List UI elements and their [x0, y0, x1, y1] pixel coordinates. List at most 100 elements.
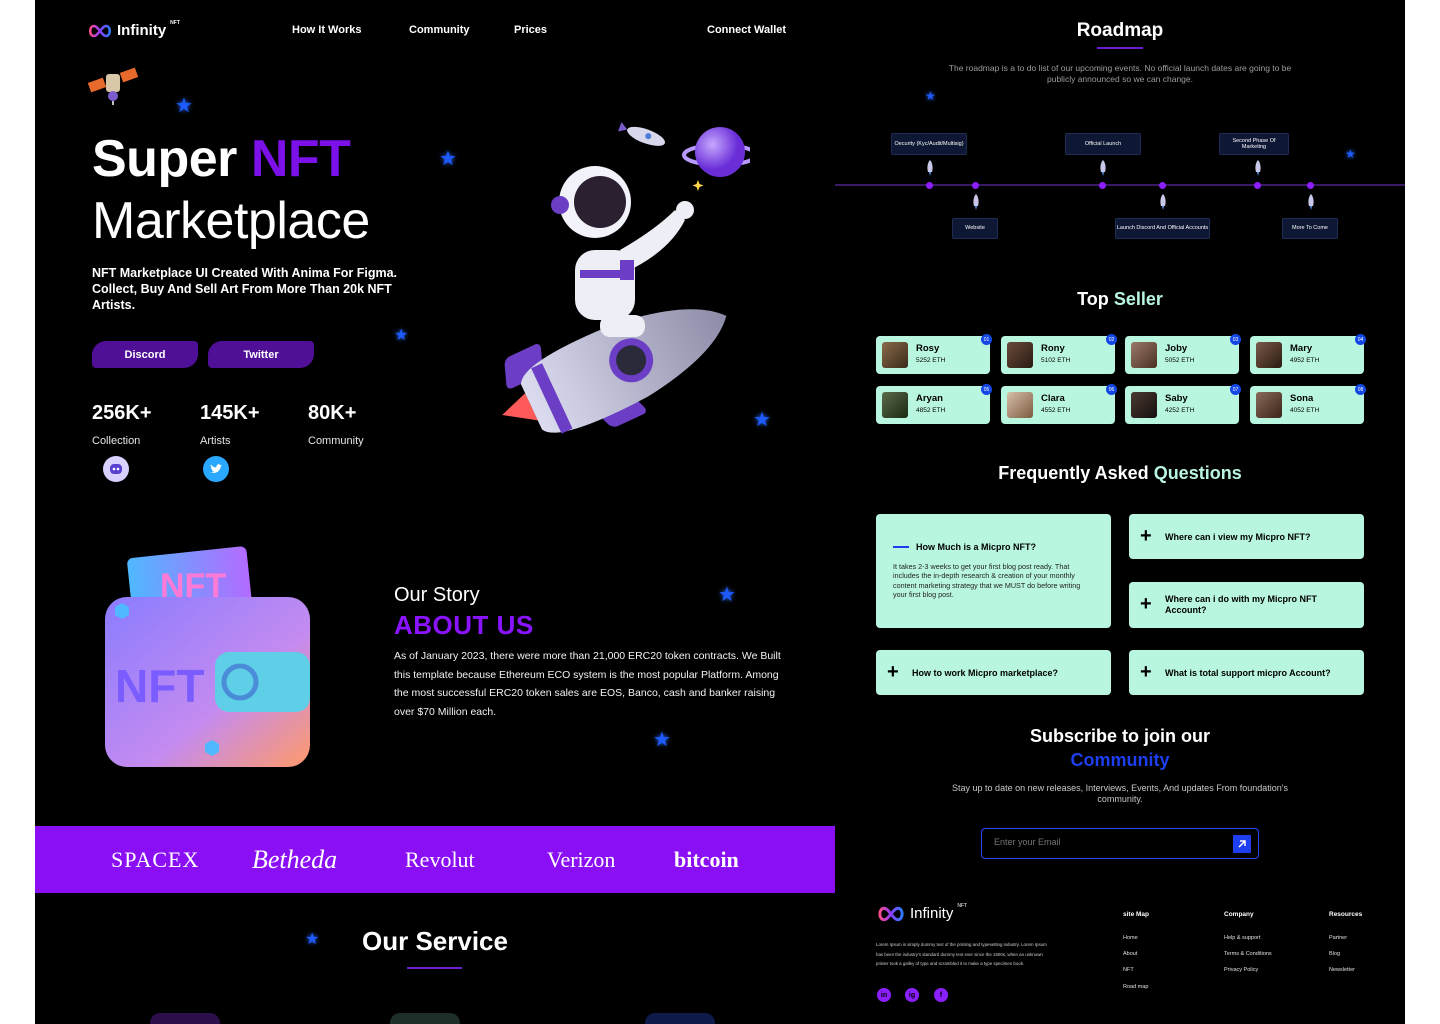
footer-logo[interactable]: Infinity NFT — [876, 903, 967, 922]
seller-card[interactable]: Saby 4252 ETH 07 — [1125, 384, 1241, 424]
footer-link-nft[interactable]: NFT — [1123, 967, 1134, 973]
footer-link-privacy[interactable]: Privacy Policy — [1224, 967, 1258, 973]
seller-rank-badge: 04 — [1355, 334, 1366, 345]
roadmap-dot — [972, 182, 979, 189]
arrow-up-right-icon — [1238, 840, 1246, 848]
seller-card[interactable]: Rony 5102 ETH 02 — [1001, 334, 1117, 374]
seller-rank-badge: 06 — [1106, 384, 1117, 395]
facebook-icon[interactable]: f — [934, 988, 948, 1002]
seller-rank-badge: 07 — [1230, 384, 1241, 395]
seller-card[interactable]: Joby 5052 ETH 03 — [1125, 334, 1241, 374]
nav-how-it-works[interactable]: How It Works — [292, 24, 361, 36]
seller-eth: 5102 ETH — [1041, 357, 1071, 364]
roadmap-item-launch-discord: Launch Discord And Official Accounts — [1115, 218, 1210, 239]
roadmap-item-security: Oecurity (Kyc/Audit/Multisig) — [891, 133, 967, 155]
instagram-icon[interactable]: ig — [905, 988, 919, 1002]
footer-heading-sitemap: site Map — [1123, 911, 1150, 918]
footer-link-newsletter[interactable]: Newsletter — [1329, 967, 1355, 973]
discord-button[interactable]: Discord — [92, 341, 198, 368]
seller-eth: 4052 ETH — [1290, 407, 1320, 414]
faq-answer: It takes 2-3 weeks to get your first blo… — [893, 562, 1081, 599]
nav-community[interactable]: Community — [409, 24, 470, 36]
email-input[interactable] — [994, 837, 1224, 847]
connect-wallet-button[interactable]: Connect Wallet — [707, 24, 786, 36]
seller-eth: 4852 ETH — [916, 407, 946, 414]
seller-name: Aryan — [916, 393, 943, 404]
faq-item[interactable]: + Where can i do with my Micpro NFT Acco… — [1129, 582, 1364, 628]
footer-link-terms[interactable]: Terms & Conditions — [1224, 951, 1272, 957]
faq-title-word1: Frequently Asked — [998, 463, 1149, 483]
faq-item-open[interactable]: How Much is a Micpro NFT? It takes 2-3 w… — [876, 514, 1111, 628]
star-icon: ★ — [439, 148, 457, 170]
infinity-icon — [878, 906, 904, 921]
roadmap-dot — [1099, 182, 1106, 189]
roadmap-underline — [1097, 47, 1143, 49]
star-icon: ★ — [394, 327, 409, 344]
subscribe-title: Subscribe to join our — [1029, 726, 1210, 746]
seller-eth: 4252 ETH — [1165, 407, 1195, 414]
roadmap-title: Roadmap — [1076, 20, 1164, 41]
page-canvas: Infinity NFT How It Works Community Pric… — [0, 0, 1440, 1024]
brand-revolut: Revolut — [405, 846, 475, 872]
service-card — [645, 1013, 715, 1024]
seller-card[interactable]: Rosy 5252 ETH 01 — [876, 334, 992, 374]
email-field — [981, 828, 1259, 859]
seller-rank-badge: 05 — [981, 384, 992, 395]
faq-title: Frequently Asked Questions — [835, 463, 1405, 484]
rocket-icon — [1100, 160, 1106, 176]
twitter-button[interactable]: Twitter — [208, 341, 314, 368]
seller-card[interactable]: Clara 4552 ETH 06 — [1001, 384, 1117, 424]
footer-link-partner[interactable]: Partner — [1329, 935, 1347, 941]
top-seller-title: Top Seller — [835, 289, 1405, 310]
footer-heading-resources: Resources — [1329, 911, 1363, 918]
seller-eth: 4552 ETH — [1041, 407, 1071, 414]
seller-card[interactable]: Mary 4952 ETH 04 — [1250, 334, 1366, 374]
footer-link-about[interactable]: About — [1123, 951, 1137, 957]
seller-rank-badge: 03 — [1230, 334, 1241, 345]
subscribe-description: Stay up to date on new releases, Intervi… — [952, 783, 1288, 804]
footer-link-blog[interactable]: Blog — [1329, 951, 1340, 957]
avatar — [1256, 392, 1282, 418]
faq-item[interactable]: + Where can i view my Micpro NFT? — [1129, 514, 1364, 559]
seller-card[interactable]: Sona 4052 ETH 08 — [1250, 384, 1366, 424]
roadmap-item-website: Website — [952, 218, 998, 239]
seller-name: Sona — [1290, 393, 1314, 404]
hero-title-word1: Super — [92, 130, 237, 188]
about-text: As of January 2023, there were more than… — [394, 650, 781, 718]
seller-name: Mary — [1290, 343, 1313, 354]
avatar — [1131, 342, 1157, 368]
seller-rank-badge: 08 — [1355, 384, 1366, 395]
faq-question: Where can i do with my Micpro NFT Accoun… — [1165, 594, 1318, 615]
top-seller-title-word1: Top — [1077, 289, 1109, 309]
avatar — [1007, 392, 1033, 418]
discord-icon[interactable] — [103, 456, 129, 482]
seller-card[interactable]: Aryan 4852 ETH 05 — [876, 384, 992, 424]
logo-superscript: NFT — [170, 19, 180, 26]
stat-artists-label: Artists — [200, 435, 231, 447]
roadmap-description: The roadmap is a to do list of our upcom… — [948, 63, 1292, 84]
star-icon: ★ — [175, 95, 193, 117]
linkedin-icon[interactable]: in — [877, 988, 891, 1002]
faq-item[interactable]: + What is total support micpro Account? — [1129, 650, 1364, 695]
faq-question: What is total support micpro Account? — [1165, 668, 1331, 678]
nav-prices[interactable]: Prices — [514, 24, 547, 36]
twitter-icon[interactable] — [203, 456, 229, 482]
subscribe-title-highlight: Community — [1070, 750, 1170, 770]
brand-spacex: SPACEX — [111, 846, 200, 872]
roadmap-timeline — [835, 184, 1405, 186]
footer-link-home[interactable]: Home — [1123, 935, 1138, 941]
minus-icon — [893, 546, 909, 548]
roadmap-dot — [1307, 182, 1314, 189]
footer-link-help[interactable]: Help & support — [1224, 935, 1260, 941]
star-icon: ★ — [653, 729, 671, 751]
stat-collection-value: 256K+ — [92, 402, 152, 424]
faq-item[interactable]: + How to work Micpro marketplace? — [876, 650, 1111, 695]
seller-name: Saby — [1165, 393, 1188, 404]
submit-arrow-button[interactable] — [1233, 835, 1251, 853]
brand-betheda: Betheda — [252, 844, 338, 874]
footer-link-roadmap[interactable]: Road map — [1123, 984, 1148, 990]
nft-wallet-illustration: NFT NFT — [105, 546, 310, 767]
logo[interactable]: Infinity NFT — [87, 19, 180, 39]
infinity-icon — [88, 24, 112, 37]
star-icon: ★ — [925, 89, 936, 103]
